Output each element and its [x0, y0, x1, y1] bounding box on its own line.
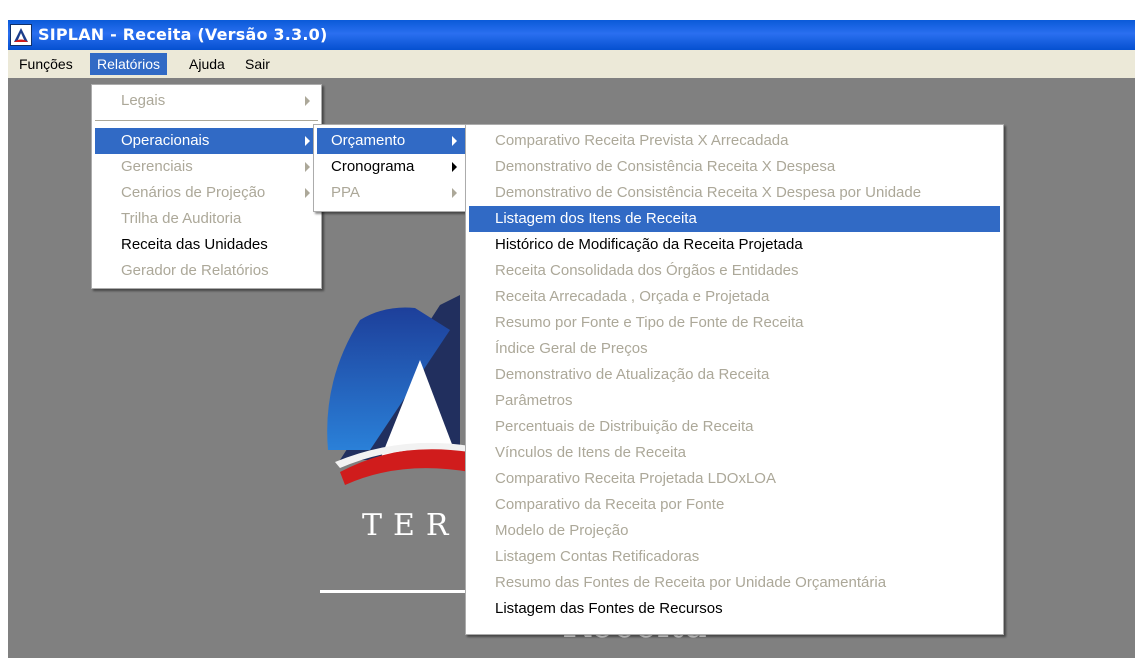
menu-item-label: PPA	[331, 184, 360, 201]
menu-item-label: Comparativo Receita Projetada LDOxLOA	[495, 470, 776, 487]
triangle-right-icon	[305, 162, 310, 172]
menu-item-label: Parâmetros	[495, 392, 573, 409]
menu-item-comparativo-receita-fonte[interactable]: Comparativo da Receita por Fonte	[469, 492, 1000, 518]
menu-item-receita-arrecadada-orcada[interactable]: Receita Arrecadada , Orçada e Projetada	[469, 284, 1000, 310]
menu-item-cenarios-projecao[interactable]: Cenários de Projeção	[95, 180, 318, 206]
menu-item-label: Cenários de Projeção	[121, 184, 266, 201]
menu-item-label: Gerenciais	[121, 158, 193, 175]
menu-item-label: Listagem dos Itens de Receita	[495, 210, 697, 227]
menu-item-label: Receita das Unidades	[121, 236, 268, 253]
menu-item-parametros[interactable]: Parâmetros	[469, 388, 1000, 414]
menu-ajuda[interactable]: Ajuda	[182, 53, 232, 75]
menu-item-label: Histórico de Modificação da Receita Proj…	[495, 236, 803, 253]
menu-item-listagem-contas-retificadoras[interactable]: Listagem Contas Retificadoras	[469, 544, 1000, 570]
menu-item-label: Orçamento	[331, 132, 406, 149]
menu-item-label: Gerador de Relatórios	[121, 262, 269, 279]
menu-funcoes[interactable]: Funções	[12, 53, 80, 75]
menu-item-ppa[interactable]: PPA	[317, 180, 465, 206]
relatorios-dropdown: Legais Operacionais Gerenciais Cenários …	[91, 84, 322, 289]
menu-item-label: Receita Consolidada dos Órgãos e Entidad…	[495, 262, 799, 279]
menu-item-receita-consolidada[interactable]: Receita Consolidada dos Órgãos e Entidad…	[469, 258, 1000, 284]
triangle-right-icon	[452, 136, 457, 146]
triangle-right-icon	[305, 96, 310, 106]
menu-item-label: Receita Arrecadada , Orçada e Projetada	[495, 288, 770, 305]
menu-item-label: Operacionais	[121, 132, 210, 149]
menu-relatorios[interactable]: Relatórios	[90, 53, 168, 75]
menu-item-label: Comparativo da Receita por Fonte	[495, 496, 725, 513]
menu-item-listagem-fontes-recursos[interactable]: Listagem das Fontes de Recursos	[469, 596, 1000, 622]
menu-item-label: Comparativo Receita Prevista X Arrecadad…	[495, 132, 789, 149]
menu-item-trilha-auditoria[interactable]: Trilha de Auditoria	[95, 206, 318, 232]
triangle-right-icon	[305, 136, 310, 146]
menu-item-label: Demonstrativo de Atualização da Receita	[495, 366, 770, 383]
menu-item-historico-modificacao[interactable]: Histórico de Modificação da Receita Proj…	[469, 232, 1000, 258]
triangle-right-icon	[452, 188, 457, 198]
menu-item-label: Trilha de Auditoria	[121, 210, 242, 227]
menu-item-label: Listagem das Fontes de Recursos	[495, 600, 723, 617]
background-logo-graphic	[327, 295, 470, 485]
menu-item-label: Legais	[121, 92, 166, 109]
menu-item-vinculos-itens[interactable]: Vínculos de Itens de Receita	[469, 440, 1000, 466]
menu-item-comparativo-ldo-loa[interactable]: Comparativo Receita Projetada LDOxLOA	[469, 466, 1000, 492]
menu-item-label: Modelo de Projeção	[495, 522, 629, 539]
menu-item-label: Vínculos de Itens de Receita	[495, 444, 686, 461]
menu-bar: Funções Relatórios Ajuda Sair	[8, 50, 1135, 78]
menu-item-gerador-relatorios[interactable]: Gerador de Relatórios	[95, 258, 318, 284]
menu-item-resumo-fontes-unidade[interactable]: Resumo das Fontes de Receita por Unidade…	[469, 570, 1000, 596]
menu-item-comparativo-prevista-arrecadada[interactable]: Comparativo Receita Prevista X Arrecadad…	[469, 128, 1000, 154]
triangle-right-icon	[305, 188, 310, 198]
menu-item-label: Índice Geral de Preços	[495, 340, 648, 357]
menu-item-modelo-projecao[interactable]: Modelo de Projeção	[469, 518, 1000, 544]
app-logo-icon[interactable]	[10, 24, 32, 46]
background-logo-divider	[320, 590, 480, 593]
menu-item-label: Percentuais de Distribuição de Receita	[495, 418, 754, 435]
menu-item-resumo-fonte-tipo[interactable]: Resumo por Fonte e Tipo de Fonte de Rece…	[469, 310, 1000, 336]
menu-item-label: Demonstrativo de Consistência Receita X …	[495, 184, 922, 201]
background-logo-word: TER	[362, 508, 460, 543]
menu-item-listagem-itens-receita[interactable]: Listagem dos Itens de Receita	[469, 206, 1000, 232]
menu-item-label: Cronograma	[331, 158, 415, 175]
window-title: SIPLAN - Receita (Versão 3.3.0)	[38, 25, 328, 44]
menu-item-demonstrativo-consistencia-unidade[interactable]: Demonstrativo de Consistência Receita X …	[469, 180, 1000, 206]
menu-sair[interactable]: Sair	[238, 53, 277, 75]
menu-item-indice-geral-precos[interactable]: Índice Geral de Preços	[469, 336, 1000, 362]
menu-item-gerenciais[interactable]: Gerenciais	[95, 154, 318, 180]
menu-item-label: Listagem Contas Retificadoras	[495, 548, 700, 565]
menu-item-label: Resumo das Fontes de Receita por Unidade…	[495, 574, 887, 591]
orcamento-submenu: Comparativo Receita Prevista X Arrecadad…	[465, 124, 1004, 635]
triangle-right-icon	[452, 162, 457, 172]
menu-item-operacionais[interactable]: Operacionais	[95, 128, 318, 154]
menu-separator	[95, 120, 318, 122]
menu-item-demonstrativo-atualizacao[interactable]: Demonstrativo de Atualização da Receita	[469, 362, 1000, 388]
menu-item-receita-unidades[interactable]: Receita das Unidades	[95, 232, 318, 258]
menu-item-label: Resumo por Fonte e Tipo de Fonte de Rece…	[495, 314, 804, 331]
operacionais-submenu: Orçamento Cronograma PPA	[313, 124, 469, 212]
menu-item-demonstrativo-consistencia[interactable]: Demonstrativo de Consistência Receita X …	[469, 154, 1000, 180]
menu-item-legais[interactable]: Legais	[95, 88, 318, 114]
menu-item-percentuais-distribuicao[interactable]: Percentuais de Distribuição de Receita	[469, 414, 1000, 440]
menu-item-cronograma[interactable]: Cronograma	[317, 154, 465, 180]
menu-item-label: Demonstrativo de Consistência Receita X …	[495, 158, 836, 175]
title-bar: SIPLAN - Receita (Versão 3.3.0)	[8, 20, 1135, 50]
menu-item-orcamento[interactable]: Orçamento	[317, 128, 465, 154]
